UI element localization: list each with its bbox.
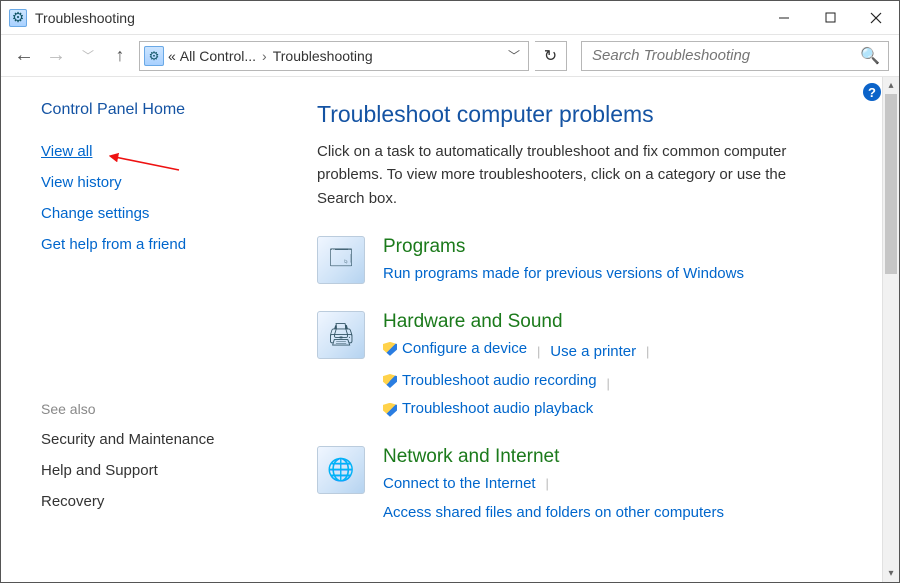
chevron-right-icon[interactable]: ›	[260, 48, 269, 64]
programs-icon: 🗔	[317, 236, 365, 284]
address-dropdown-icon[interactable]: ﹀	[504, 47, 524, 64]
main-pane: ? Troubleshoot computer problems Click o…	[291, 77, 899, 582]
scroll-up-icon[interactable]: ▴	[883, 77, 899, 94]
minimize-button[interactable]	[761, 1, 807, 34]
search-icon[interactable]: 🔍	[860, 46, 880, 66]
titlebar: ⚙ Troubleshooting	[1, 1, 899, 35]
breadcrumb-item-1[interactable]: All Control...	[180, 48, 256, 64]
scroll-thumb[interactable]	[885, 94, 897, 274]
breadcrumb-item-2[interactable]: Troubleshooting	[273, 48, 373, 64]
content-area: Control Panel Home View all View history…	[1, 77, 899, 582]
close-button[interactable]	[853, 1, 899, 34]
up-button[interactable]: ↑	[107, 43, 133, 69]
hardware-icon: 🖨	[317, 311, 365, 359]
link-audio-playback[interactable]: Troubleshoot audio playback	[383, 397, 593, 422]
search-box[interactable]: 🔍	[581, 41, 889, 71]
category-network: 🌐 Network and Internet Connect to the In…	[317, 446, 873, 530]
sidebar-link-view-all[interactable]: View all	[41, 143, 271, 160]
search-input[interactable]	[590, 46, 860, 65]
address-bar[interactable]: ⚙ « All Control... › Troubleshooting ﹀	[139, 41, 529, 71]
window-controls	[761, 1, 899, 34]
control-panel-home-link[interactable]: Control Panel Home	[41, 101, 271, 119]
see-also-recovery[interactable]: Recovery	[41, 493, 271, 510]
category-title-hardware[interactable]: Hardware and Sound	[383, 311, 655, 333]
sidebar-link-get-help[interactable]: Get help from a friend	[41, 236, 271, 253]
link-run-programs-previous[interactable]: Run programs made for previous versions …	[383, 262, 744, 287]
scrollbar[interactable]: ▴ ▾	[882, 77, 899, 582]
maximize-button[interactable]	[807, 1, 853, 34]
sidebar: Control Panel Home View all View history…	[1, 77, 291, 582]
shield-icon	[383, 403, 397, 417]
breadcrumb-prefix: «	[168, 48, 176, 64]
window-title: Troubleshooting	[35, 10, 135, 26]
network-icon: 🌐	[317, 446, 365, 494]
address-icon: ⚙	[144, 46, 164, 66]
app-icon: ⚙	[9, 9, 27, 27]
nav-row: ← → ﹀ ↑ ⚙ « All Control... › Troubleshoo…	[1, 35, 899, 77]
link-access-shared[interactable]: Access shared files and folders on other…	[383, 501, 724, 526]
category-programs: 🗔 Programs Run programs made for previou…	[317, 236, 873, 291]
page-heading: Troubleshoot computer problems	[317, 101, 873, 128]
see-also-security[interactable]: Security and Maintenance	[41, 431, 271, 448]
link-connect-internet[interactable]: Connect to the Internet	[383, 472, 536, 497]
category-title-programs[interactable]: Programs	[383, 236, 744, 258]
sidebar-link-view-history[interactable]: View history	[41, 174, 271, 191]
forward-button[interactable]: →	[43, 43, 69, 69]
back-button[interactable]: ←	[11, 43, 37, 69]
scroll-down-icon[interactable]: ▾	[883, 565, 899, 582]
sidebar-link-change-settings[interactable]: Change settings	[41, 205, 271, 222]
category-hardware: 🖨 Hardware and Sound Configure a device …	[317, 311, 873, 427]
shield-icon	[383, 342, 397, 356]
help-icon[interactable]: ?	[863, 83, 881, 101]
see-also-help[interactable]: Help and Support	[41, 462, 271, 479]
link-configure-device[interactable]: Configure a device	[383, 337, 527, 362]
intro-text: Click on a task to automatically trouble…	[317, 140, 827, 210]
refresh-button[interactable]: ↻	[535, 41, 567, 71]
shield-icon	[383, 374, 397, 388]
link-audio-recording[interactable]: Troubleshoot audio recording	[383, 369, 597, 394]
see-also-heading: See also	[41, 401, 271, 417]
link-use-printer[interactable]: Use a printer	[550, 340, 636, 365]
recent-dropdown[interactable]: ﹀	[75, 43, 101, 69]
category-title-network[interactable]: Network and Internet	[383, 446, 724, 468]
